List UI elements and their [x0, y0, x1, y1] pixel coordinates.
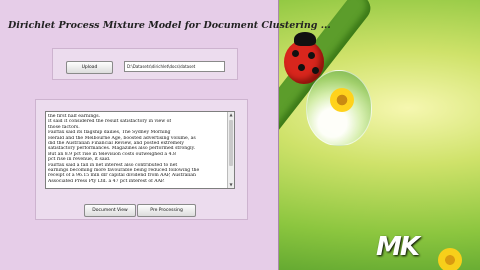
- document-view-button[interactable]: Document View: [84, 204, 136, 217]
- flower-in-droplet-image: [330, 88, 354, 112]
- app-window: Dirichlet Process Mixture Model for Docu…: [0, 0, 331, 270]
- scroll-up-arrow-icon[interactable]: ▲: [228, 112, 234, 118]
- upload-button[interactable]: Upload: [66, 61, 113, 74]
- document-text-area[interactable]: the first half earnings. It said it cons…: [45, 111, 235, 189]
- window-title: Dirichlet Process Mixture Model for Docu…: [8, 20, 331, 31]
- logo: MK: [376, 232, 420, 262]
- pre-processing-button[interactable]: Pre Processing: [137, 204, 196, 217]
- scroll-down-arrow-icon[interactable]: ▼: [228, 182, 234, 188]
- text-line: Associated Press Pty Ltd. a 47 pct inter…: [48, 178, 165, 184]
- file-path-field[interactable]: D:\Datasets\dirichlet\docs\dataset: [124, 61, 225, 72]
- scrollbar-thumb[interactable]: [229, 120, 233, 166]
- document-text: the first half earnings. It said it cons…: [48, 114, 226, 184]
- vertical-scrollbar[interactable]: ▲ ▼: [227, 112, 234, 188]
- yellow-flower-image: [438, 248, 462, 270]
